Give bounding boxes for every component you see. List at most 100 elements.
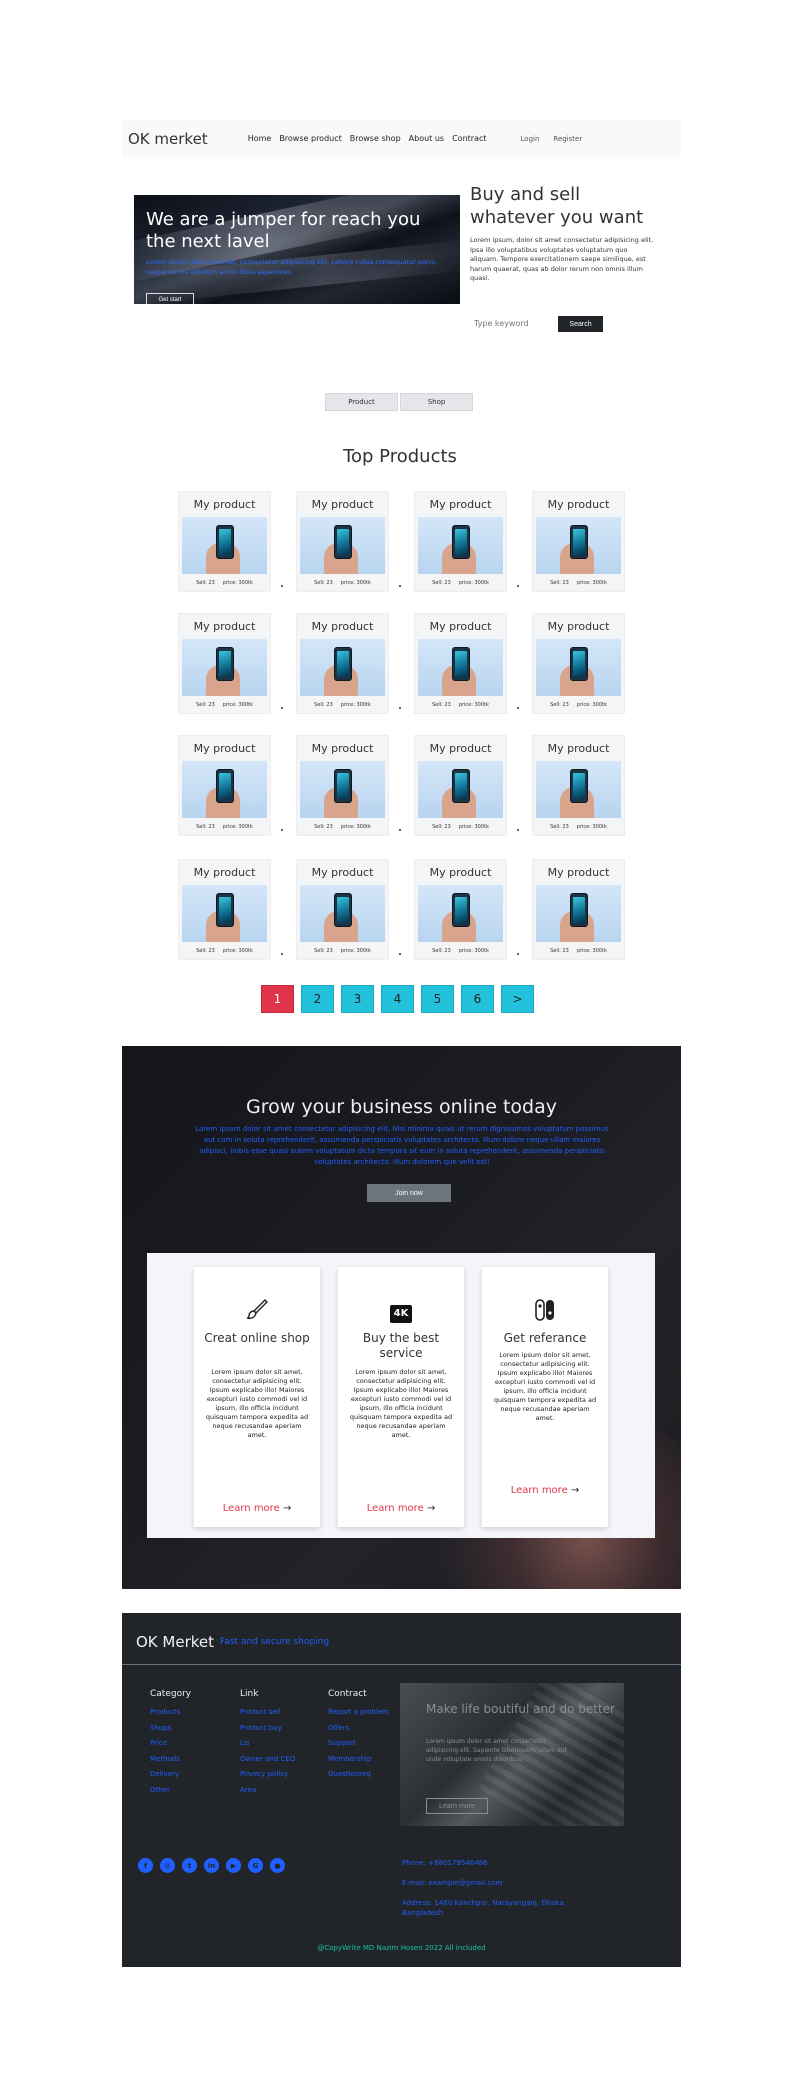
next-page-button[interactable]: >: [501, 985, 534, 1013]
footer-link[interactable]: Product sell: [240, 1705, 295, 1721]
footer-link[interactable]: Area: [240, 1783, 295, 1799]
pagination: 1 2 3 4 5 6 >: [261, 985, 534, 1013]
phone-shape: [216, 525, 234, 559]
nav-link-browse-product[interactable]: Browse product: [279, 134, 341, 143]
phone-shape: [570, 893, 588, 927]
product-meta: Sell: 23 price: 300tk: [179, 948, 270, 954]
tab-shop[interactable]: Shop: [400, 393, 473, 411]
product-meta: Sell: 23 price: 300tk: [415, 702, 506, 708]
product-card[interactable]: My product Sell: 23 price: 300tk: [532, 491, 625, 592]
phone-shape: [334, 769, 352, 803]
product-card[interactable]: My product Sell: 23 price: 300tk: [296, 491, 389, 592]
product-price: price: 300tk: [340, 702, 371, 708]
join-now-button[interactable]: Join now: [367, 1184, 451, 1202]
learn-more-link[interactable]: Learn more →: [338, 1503, 464, 1514]
footer-link[interactable]: Methods: [150, 1752, 191, 1768]
footer-link[interactable]: Other: [150, 1783, 191, 1799]
product-image: [182, 761, 267, 818]
separator-dot: [517, 829, 519, 831]
product-title: My product: [193, 742, 256, 755]
login-link[interactable]: Login: [521, 135, 540, 143]
footer-contact: Phone: +880179546486 E-mail: example@gma…: [402, 1858, 572, 1928]
contact-phone[interactable]: Phone: +880179546486: [402, 1858, 572, 1868]
product-card[interactable]: My product Sell: 23 price: 300tk: [178, 859, 271, 960]
page-3-button[interactable]: 3: [341, 985, 374, 1013]
footer-link[interactable]: Privecy policy: [240, 1767, 295, 1783]
product-title: My product: [547, 742, 610, 755]
product-card[interactable]: My product Sell: 23 price: 300tk: [178, 491, 271, 592]
page-1-button[interactable]: 1: [261, 985, 294, 1013]
product-card[interactable]: My product Sell: 23 price: 300tk: [532, 735, 625, 836]
footer-link[interactable]: Price: [150, 1736, 191, 1752]
footer-brand[interactable]: OK Merket: [136, 1633, 214, 1651]
product-price: price: 300tk: [222, 702, 253, 708]
intro-title: Buy and sell whatever you want: [470, 184, 644, 228]
product-card[interactable]: My product Sell: 23 price: 300tk: [178, 613, 271, 714]
product-card[interactable]: My product Sell: 23 price: 300tk: [296, 735, 389, 836]
register-link[interactable]: Register: [553, 135, 582, 143]
contact-email[interactable]: E-mail: example@gmail.com: [402, 1878, 572, 1888]
product-price: price: 300tk: [222, 948, 253, 954]
product-price: price: 300tk: [576, 702, 607, 708]
footer-link[interactable]: Offers: [328, 1721, 389, 1737]
search-button[interactable]: Search: [558, 316, 603, 332]
product-card[interactable]: My product Sell: 23 price: 300tk: [414, 491, 507, 592]
product-card[interactable]: My product Sell: 23 price: 300tk: [178, 735, 271, 836]
facebook-icon[interactable]: f: [138, 1858, 153, 1873]
product-image: [536, 761, 621, 818]
github-icon[interactable]: ●: [270, 1858, 285, 1873]
footer-tagline: Fast and secure shoping: [220, 1637, 330, 1647]
page-4-button[interactable]: 4: [381, 985, 414, 1013]
footer-link[interactable]: Owner and CEO: [240, 1752, 295, 1768]
product-card[interactable]: My product Sell: 23 price: 300tk: [414, 859, 507, 960]
product-card[interactable]: My product Sell: 23 price: 300tk: [296, 859, 389, 960]
linkedin-icon[interactable]: in: [204, 1858, 219, 1873]
separator-dot: [399, 707, 401, 709]
footer-link[interactable]: Shops: [150, 1721, 191, 1737]
footer-link[interactable]: Lis: [240, 1736, 295, 1752]
youtube-icon[interactable]: ▶: [226, 1858, 241, 1873]
instagram-icon[interactable]: ◎: [160, 1858, 175, 1873]
product-title: My product: [193, 620, 256, 633]
get-start-button[interactable]: Get start: [146, 293, 194, 304]
page-5-button[interactable]: 5: [421, 985, 454, 1013]
page-6-button[interactable]: 6: [461, 985, 494, 1013]
separator-dot: [399, 953, 401, 955]
nav-link-contract[interactable]: Contract: [452, 134, 486, 143]
product-card[interactable]: My product Sell: 23 price: 300tk: [532, 613, 625, 714]
phone-shape: [334, 647, 352, 681]
footer-link[interactable]: Products: [150, 1705, 191, 1721]
footer-link[interactable]: Membership: [328, 1752, 389, 1768]
twitter-icon[interactable]: t: [182, 1858, 197, 1873]
product-card[interactable]: My product Sell: 23 price: 300tk: [296, 613, 389, 714]
phone-shape: [452, 525, 470, 559]
social-links: f ◎ t in ▶ G ●: [138, 1858, 285, 1873]
learn-more-link[interactable]: Learn more →: [194, 1503, 320, 1514]
footer-link[interactable]: Report a problem: [328, 1705, 389, 1721]
tab-product[interactable]: Product: [325, 393, 398, 411]
nav-link-about[interactable]: About us: [409, 134, 444, 143]
product-card[interactable]: My product Sell: 23 price: 300tk: [414, 613, 507, 714]
product-title: My product: [429, 498, 492, 511]
brand-logo[interactable]: OK merket: [128, 130, 208, 148]
footer-link[interactable]: Product buy: [240, 1721, 295, 1737]
product-title: My product: [429, 742, 492, 755]
footer-link[interactable]: Support: [328, 1736, 389, 1752]
product-sell-count: Sell: 23: [314, 580, 333, 586]
google-icon[interactable]: G: [248, 1858, 263, 1873]
footer-promo: Make life boutiful and do better Lorem i…: [400, 1683, 624, 1826]
nav-link-home[interactable]: Home: [248, 134, 272, 143]
search-input[interactable]: [470, 315, 550, 332]
nav-link-browse-shop[interactable]: Browse shop: [350, 134, 401, 143]
promo-learn-more-button[interactable]: Learn more: [426, 1798, 488, 1814]
product-sell-count: Sell: 23: [196, 824, 215, 830]
product-card[interactable]: My product Sell: 23 price: 300tk: [414, 735, 507, 836]
learn-more-link[interactable]: Learn more →: [482, 1485, 608, 1496]
footer-link[interactable]: Delivery: [150, 1767, 191, 1783]
page-2-button[interactable]: 2: [301, 985, 334, 1013]
promo-title: Make life boutiful and do better: [426, 1702, 615, 1716]
feature-card: 4K Buy the best service Lorem ipsum dolo…: [338, 1267, 464, 1527]
product-title: My product: [547, 620, 610, 633]
product-card[interactable]: My product Sell: 23 price: 300tk: [532, 859, 625, 960]
footer-link[interactable]: Questionreq: [328, 1767, 389, 1783]
